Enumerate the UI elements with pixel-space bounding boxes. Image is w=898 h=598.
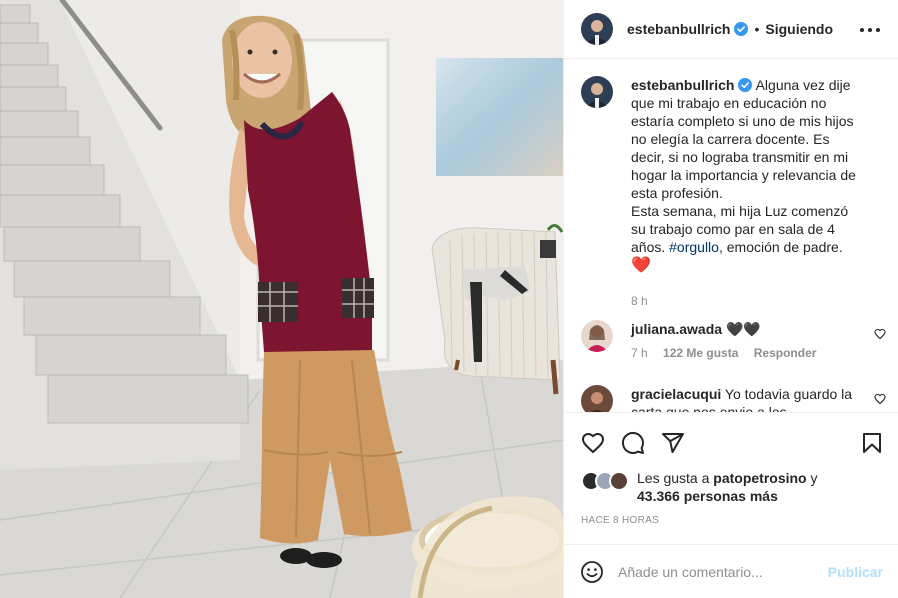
likes-count[interactable]: 43.366 personas más — [637, 488, 778, 504]
caption-line: , emoción de padre. — [718, 239, 843, 255]
caption-line: su trabajo como par en sala de 4 — [631, 221, 835, 237]
caption-username[interactable]: estebanbullrich — [631, 77, 734, 93]
commenter-avatar-image — [581, 320, 613, 352]
post-timestamp[interactable]: HACE 8 HORAS — [581, 515, 659, 526]
publish-button[interactable]: Publicar — [828, 564, 883, 580]
caption-line: no elegía la carrera docente. Es — [631, 131, 830, 147]
post-header: estebanbullrich • Siguiendo — [564, 0, 898, 59]
comment-bubble-icon[interactable] — [621, 431, 645, 455]
comment-like-heart-icon[interactable] — [874, 328, 886, 340]
author-avatar[interactable] — [581, 13, 613, 45]
caption-avatar[interactable] — [581, 76, 613, 108]
header-separator: • — [754, 21, 760, 37]
commenter-avatar[interactable] — [581, 385, 613, 412]
caption-verified-badge-icon — [738, 78, 753, 92]
comment-text: gracielacuqui Yo todavia guardo la carta… — [631, 385, 871, 412]
liker-avatar — [609, 471, 629, 491]
likes-summary: Les gusta a patopetrosino y 43.366 perso… — [581, 469, 881, 505]
reply-button[interactable]: Responder — [754, 346, 817, 360]
caption-line: estaría completo si uno de mis hijos — [631, 113, 854, 129]
caption-line: Esta semana, mi hija Luz comenzó — [631, 203, 849, 219]
hashtag-link[interactable]: #orgullo — [669, 239, 719, 255]
comment-meta: 7 h 122 Me gusta Responder — [631, 346, 828, 360]
comment-username[interactable]: juliana.awada — [631, 321, 722, 337]
emoji-smiley-icon[interactable] — [580, 560, 604, 584]
comment-likes[interactable]: 122 Me gusta — [663, 346, 738, 360]
comment-input[interactable]: Añade un comentario... — [618, 564, 828, 580]
caption-line: esta profesión. — [631, 185, 723, 201]
post-actions: Les gusta a patopetrosino y 43.366 perso… — [564, 412, 898, 558]
post-sidebar: estebanbullrich • Siguiendo estebanbullr… — [563, 0, 898, 598]
verified-badge-icon — [734, 22, 749, 36]
caption-line: Alguna vez dije — [755, 77, 851, 93]
comment-time[interactable]: 7 h — [631, 346, 648, 360]
add-comment-bar: Añade un comentario... Publicar — [564, 544, 898, 598]
caption-text: estebanbullrich Alguna vez dije que mi t… — [631, 76, 891, 275]
caption-line: años. — [631, 239, 670, 255]
caption-time[interactable]: 8 h — [631, 294, 648, 308]
more-options-icon[interactable] — [860, 20, 880, 40]
author-avatar-image — [581, 13, 613, 45]
commenter-avatar-image — [581, 385, 613, 412]
share-paper-plane-icon[interactable] — [661, 431, 685, 455]
comment-body: 🖤🖤 — [725, 321, 761, 337]
author-username[interactable]: estebanbullrich — [627, 21, 730, 37]
likes-text: Les gusta a patopetrosino y 43.366 perso… — [637, 469, 818, 505]
comment-like-heart-icon[interactable] — [874, 393, 886, 405]
comment-text: juliana.awada 🖤🖤 — [631, 320, 871, 338]
caption-avatar-image — [581, 76, 613, 108]
comment-username[interactable]: gracielacuqui — [631, 386, 721, 402]
commenter-avatar[interactable] — [581, 320, 613, 352]
comments-list[interactable]: estebanbullrich Alguna vez dije que mi t… — [564, 60, 898, 412]
following-button[interactable]: Siguiendo — [765, 21, 833, 37]
save-bookmark-icon[interactable] — [860, 431, 884, 455]
post-photo[interactable] — [0, 0, 563, 598]
liker-avatars[interactable] — [581, 471, 629, 491]
caption-line: que mi trabajo en educación no — [631, 95, 827, 111]
post-image — [0, 0, 563, 598]
liker-username[interactable]: patopetrosino — [713, 470, 806, 486]
likes-prefix: Les gusta a — [637, 470, 714, 486]
like-heart-icon[interactable] — [581, 431, 605, 455]
caption-line: hogar la importancia y relevancia de — [631, 167, 856, 183]
heart-emoji: ❤️ — [631, 257, 651, 274]
likes-suffix: y — [806, 470, 818, 486]
caption-line: decir, si no lograba transmitir en mi — [631, 149, 849, 165]
